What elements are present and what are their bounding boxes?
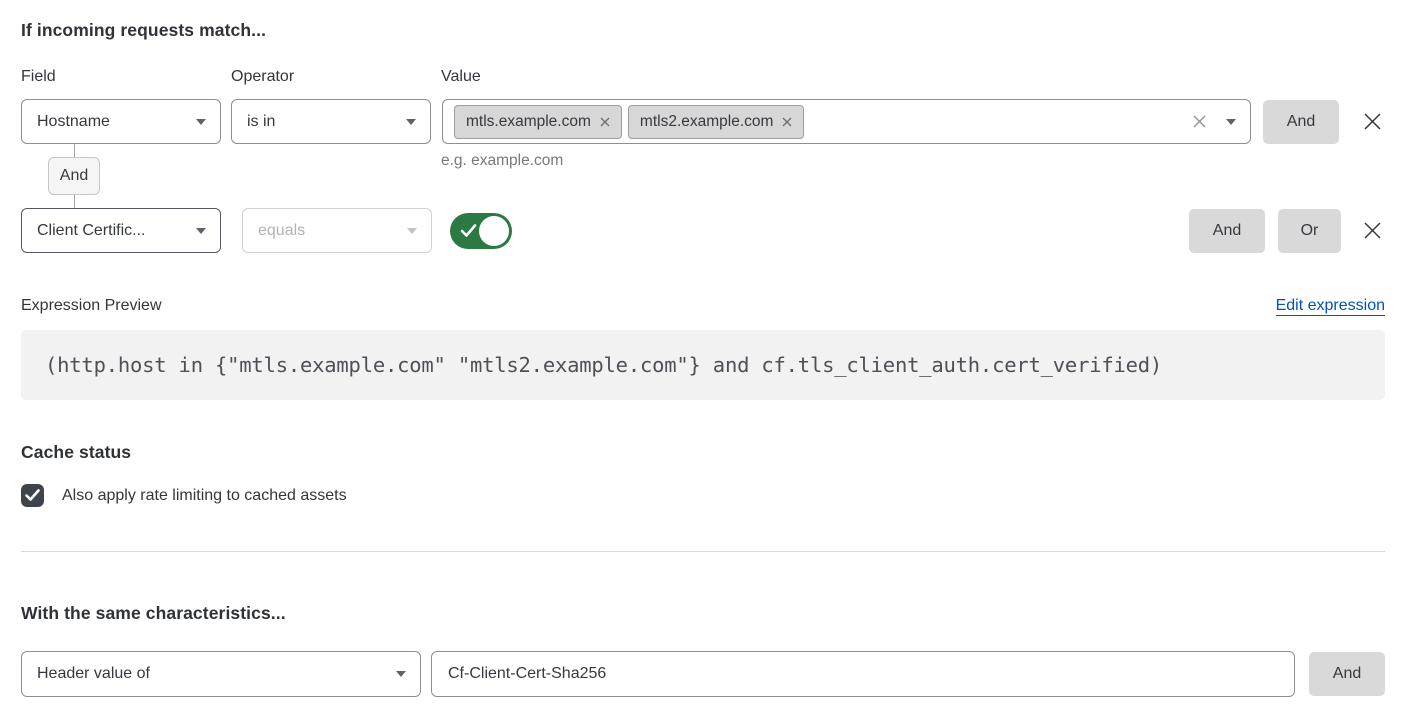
field-select-2[interactable]: Client Certific... bbox=[21, 208, 221, 253]
delete-condition-icon[interactable] bbox=[1359, 218, 1385, 244]
chevron-down-icon bbox=[396, 671, 406, 677]
characteristic-select[interactable]: Header value of bbox=[21, 651, 421, 697]
delete-condition-icon[interactable] bbox=[1359, 109, 1385, 135]
characteristics-section: With the same characteristics... Header … bbox=[21, 603, 1385, 697]
chevron-down-icon bbox=[406, 119, 416, 125]
match-section-title: If incoming requests match... bbox=[21, 20, 1385, 41]
cached-assets-checkbox[interactable] bbox=[21, 484, 44, 507]
value-tag: mtls2.example.com bbox=[628, 105, 805, 139]
logic-connector-button[interactable]: And bbox=[48, 157, 100, 195]
connector-line bbox=[74, 144, 75, 157]
value-multiselect[interactable]: mtls.example.com mtls2.example.com bbox=[442, 99, 1251, 144]
operator-select-2: equals bbox=[242, 208, 432, 253]
chevron-down-icon bbox=[407, 228, 417, 234]
connector-zone: And e.g. example.com bbox=[21, 144, 1385, 208]
operator-select-2-placeholder: equals bbox=[258, 222, 397, 240]
expression-preview-label: Expression Preview bbox=[21, 297, 162, 315]
add-characteristic-button[interactable]: And bbox=[1309, 652, 1385, 696]
value-tag: mtls.example.com bbox=[454, 105, 622, 139]
header-name-input[interactable] bbox=[431, 651, 1295, 697]
condition-row-1: Hostname is in mtls.example.com mtls2.ex… bbox=[21, 99, 1385, 144]
rule-builder-page: If incoming requests match... Field Oper… bbox=[0, 0, 1420, 697]
characteristic-select-value: Header value of bbox=[37, 665, 386, 683]
add-or-condition-button[interactable]: Or bbox=[1278, 209, 1341, 253]
value-tag-text: mtls.example.com bbox=[466, 113, 591, 131]
field-select-2-value: Client Certific... bbox=[37, 222, 186, 240]
value-tag-text: mtls2.example.com bbox=[640, 113, 774, 131]
expression-header: Expression Preview Edit expression bbox=[21, 297, 1385, 316]
condition-row-2: Client Certific... equals And Or bbox=[21, 208, 1385, 253]
tag-remove-icon[interactable] bbox=[782, 117, 792, 127]
checkbox-check-icon bbox=[25, 489, 40, 502]
edit-expression-link[interactable]: Edit expression bbox=[1276, 297, 1385, 316]
section-divider bbox=[21, 551, 1385, 552]
field-label: Field bbox=[21, 68, 231, 86]
cached-assets-checkbox-label[interactable]: Also apply rate limiting to cached asset… bbox=[62, 487, 347, 505]
expression-code: (http.host in {"mtls.example.com" "mtls2… bbox=[45, 353, 1162, 377]
field-select-1-value: Hostname bbox=[37, 113, 186, 131]
connector-line bbox=[74, 195, 75, 208]
characteristics-title: With the same characteristics... bbox=[21, 603, 1385, 624]
add-and-condition-button[interactable]: And bbox=[1189, 209, 1265, 253]
operator-label: Operator bbox=[231, 68, 441, 86]
chevron-down-icon[interactable] bbox=[1226, 119, 1236, 125]
field-select-1[interactable]: Hostname bbox=[21, 99, 221, 144]
operator-select-1-value: is in bbox=[247, 113, 396, 131]
connector-column: And bbox=[48, 144, 100, 208]
cert-verified-toggle[interactable] bbox=[450, 213, 512, 249]
toggle-knob bbox=[479, 216, 509, 246]
column-labels: Field Operator Value bbox=[21, 68, 1385, 86]
chevron-down-icon bbox=[196, 119, 206, 125]
toggle-check-icon bbox=[460, 223, 477, 241]
clear-values-icon[interactable] bbox=[1192, 114, 1207, 129]
add-and-condition-button[interactable]: And bbox=[1263, 100, 1339, 144]
value-helper-text: e.g. example.com bbox=[441, 152, 563, 170]
operator-select-1[interactable]: is in bbox=[231, 99, 431, 144]
characteristic-row: Header value of And bbox=[21, 651, 1385, 697]
tag-remove-icon[interactable] bbox=[600, 117, 610, 127]
cache-status-title: Cache status bbox=[21, 442, 1385, 463]
cache-checkbox-row: Also apply rate limiting to cached asset… bbox=[21, 484, 1385, 507]
expression-code-block: (http.host in {"mtls.example.com" "mtls2… bbox=[21, 330, 1385, 400]
value-label: Value bbox=[441, 68, 481, 86]
chevron-down-icon bbox=[196, 228, 206, 234]
